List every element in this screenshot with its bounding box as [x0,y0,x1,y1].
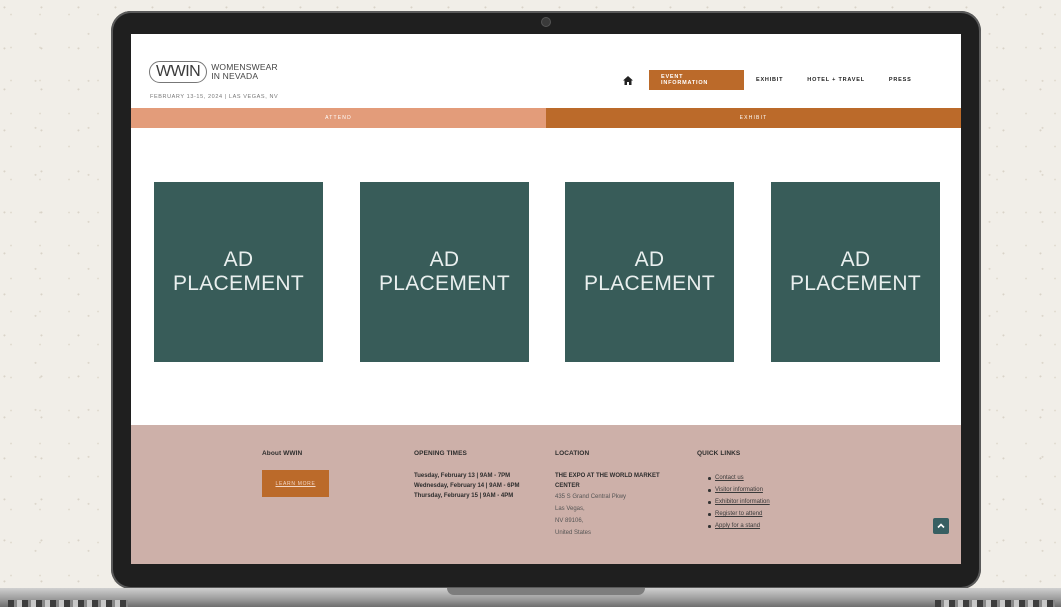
footer-location-heading: LOCATION [555,450,590,457]
nav-item-exhibit[interactable]: EXHIBIT [744,70,795,90]
quick-link-contact[interactable]: Contact us [707,472,770,484]
website-screen: WWIN WOMENSWEAR IN NEVADA FEBRUARY 13-15… [131,34,961,564]
learn-more-button[interactable]: LEARN MORE [262,470,329,497]
tab-attend[interactable]: ATTEND [131,108,546,128]
quick-link-visitor-info[interactable]: Visitor information [707,484,770,496]
home-icon[interactable] [619,70,637,90]
chevron-up-icon [937,523,945,529]
nav-item-press[interactable]: PRESS [877,70,924,90]
logo-line-2: IN NEVADA [211,71,259,81]
quick-link-exhibitor-info[interactable]: Exhibitor information [707,496,770,508]
ad-label-line-2: PLACEMENT [789,272,922,295]
webcam [541,17,551,27]
opening-times-list: Tuesday, February 13 | 9AM - 7PM Wednesd… [414,471,520,501]
ad-label-line-2: PLACEMENT [172,272,305,295]
site-logo[interactable]: WWIN WOMENSWEAR IN NEVADA [149,61,278,83]
venue-name: THE EXPO AT THE WORLD MARKET CENTER [555,473,660,489]
ad-label-line-1: AD [840,248,871,271]
ad-placement-2[interactable]: AD PLACEMENT [360,182,529,362]
footer-about-heading: About WWIN [262,450,303,457]
address-line: NV 89106, [555,518,584,524]
address-line: United States [555,530,592,536]
home-icon-glyph [623,75,633,85]
location-block: THE EXPO AT THE WORLD MARKET CENTER 435 … [555,471,685,539]
ad-label-line-1: AD [634,248,665,271]
ad-placement-3[interactable]: AD PLACEMENT [565,182,734,362]
quick-link-apply-stand[interactable]: Apply for a stand [707,520,770,532]
ad-label-line-2: PLACEMENT [378,272,511,295]
footer-opening-heading: OPENING TIMES [414,450,467,457]
address-line: Las Vegas, [555,506,585,512]
logo-wordmark: WOMENSWEAR IN NEVADA [211,63,278,81]
ad-placement-4[interactable]: AD PLACEMENT [771,182,940,362]
ad-placement-1[interactable]: AD PLACEMENT [154,182,323,362]
site-header: WWIN WOMENSWEAR IN NEVADA FEBRUARY 13-15… [131,34,961,108]
opening-time-line: Tuesday, February 13 | 9AM - 7PM [414,473,511,479]
nav-item-event-information[interactable]: EVENT INFORMATION [649,70,744,90]
opening-time-line: Thursday, February 15 | 9AM - 4PM [414,493,514,499]
event-dates: FEBRUARY 13-15, 2024 | LAS VEGAS, NV [150,94,279,100]
ad-label-line-2: PLACEMENT [583,272,716,295]
laptop-hinge-notch [447,588,645,595]
opening-time-line: Wednesday, February 14 | 9AM - 6PM [414,483,520,489]
quick-links-list: Contact us Visitor information Exhibitor… [707,472,770,532]
address-line: 435 S Grand Central Pkwy [555,494,627,500]
quick-link-register[interactable]: Register to attend [707,508,770,520]
tab-exhibit[interactable]: EXHIBIT [546,108,961,128]
sub-nav: ATTEND EXHIBIT [131,108,961,128]
nav-item-hotel-travel[interactable]: HOTEL + TRAVEL [795,70,877,90]
site-footer [131,425,961,564]
main-nav: EVENT INFORMATION EXHIBIT HOTEL + TRAVEL… [619,70,924,90]
scroll-to-top-button[interactable] [933,518,949,534]
footer-quick-links-heading: QUICK LINKS [697,450,741,457]
laptop-base-edge-right [935,600,1055,607]
ad-label-line-1: AD [223,248,254,271]
ad-label-line-1: AD [429,248,460,271]
laptop-base-edge-left [8,600,128,607]
logo-mark: WWIN [149,61,208,83]
